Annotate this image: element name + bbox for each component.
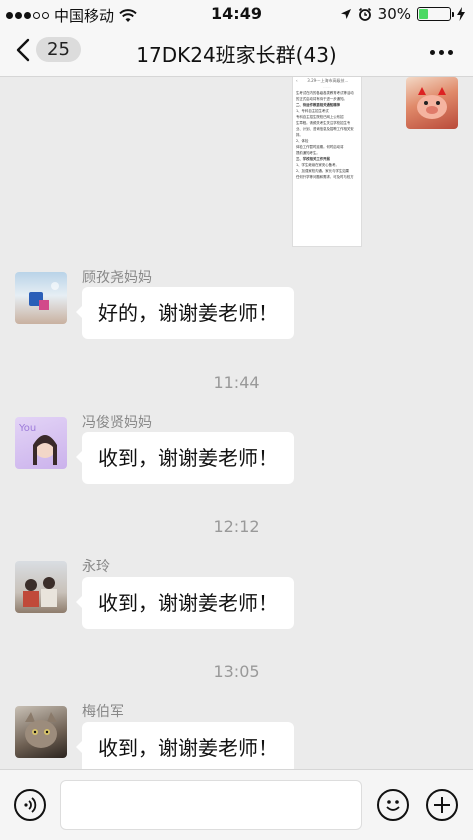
voice-icon: [24, 797, 37, 813]
group-photo-avatar-icon: [23, 577, 57, 607]
pig-avatar-icon: [417, 87, 447, 119]
chat-title: 17DK24班家长群(43): [136, 43, 337, 67]
ellipsis-icon: [430, 50, 435, 55]
bolt-icon: [457, 7, 465, 21]
status-right: 30%: [340, 5, 465, 23]
plus-icon: [434, 797, 450, 813]
add-button[interactable]: [426, 789, 458, 821]
avatar[interactable]: [15, 272, 67, 324]
emoji-button[interactable]: [377, 789, 409, 821]
message-bubble[interactable]: 收到，谢谢姜老师！: [76, 722, 294, 769]
sender-name: 永玲: [82, 559, 110, 575]
input-bar: [0, 769, 473, 840]
avatar[interactable]: [15, 561, 67, 613]
avatar-you-text: You: [18, 423, 36, 434]
more-button[interactable]: [430, 50, 453, 55]
location-arrow-icon: [340, 9, 351, 19]
nav-bar: 25 17DK24班家长群(43): [0, 28, 473, 77]
avatar-self[interactable]: [406, 77, 458, 129]
doc-line: 业、计划、咨询信息及招聘工作相关安: [296, 127, 354, 131]
emoji-icon: [386, 800, 400, 811]
sender-name: 冯俊贤妈妈: [82, 415, 152, 431]
portrait-avatar-icon: You: [18, 423, 57, 465]
timestamp: 12:12: [213, 517, 260, 536]
doc-line: 任何升学等问题和需求，可及时与校方: [296, 175, 354, 179]
chat-area[interactable]: ‹ 3.29---上海市高级技... ········· 生考试在内的各级各类教育…: [0, 77, 473, 769]
alarm-clock-icon: [358, 7, 371, 21]
status-bar: 中国移动 14:49 30%: [0, 0, 473, 28]
battery-icon: [417, 7, 454, 21]
avatar[interactable]: [15, 706, 67, 758]
sender-name: 梅伯军: [82, 704, 124, 720]
message-bubble[interactable]: 好的，谢谢姜老师！: [76, 287, 294, 339]
battery-percent: 30%: [377, 5, 411, 23]
timestamp: 13:05: [213, 662, 260, 681]
cat-avatar-icon: [25, 712, 57, 748]
timestamp: 11:44: [213, 373, 260, 392]
voice-button[interactable]: [14, 789, 46, 821]
photo-avatar-icon: [29, 282, 59, 310]
message-input[interactable]: [60, 780, 362, 830]
message-bubble[interactable]: 收到，谢谢姜老师！: [76, 577, 294, 629]
avatar[interactable]: You: [15, 417, 67, 469]
sender-name: 顾孜尧妈妈: [82, 270, 152, 286]
message-bubble[interactable]: 收到，谢谢姜老师！: [76, 432, 294, 484]
document-image-message[interactable]: ‹ 3.29---上海市高级技... ········· 生考试在内的各级各类教育…: [292, 77, 362, 247]
